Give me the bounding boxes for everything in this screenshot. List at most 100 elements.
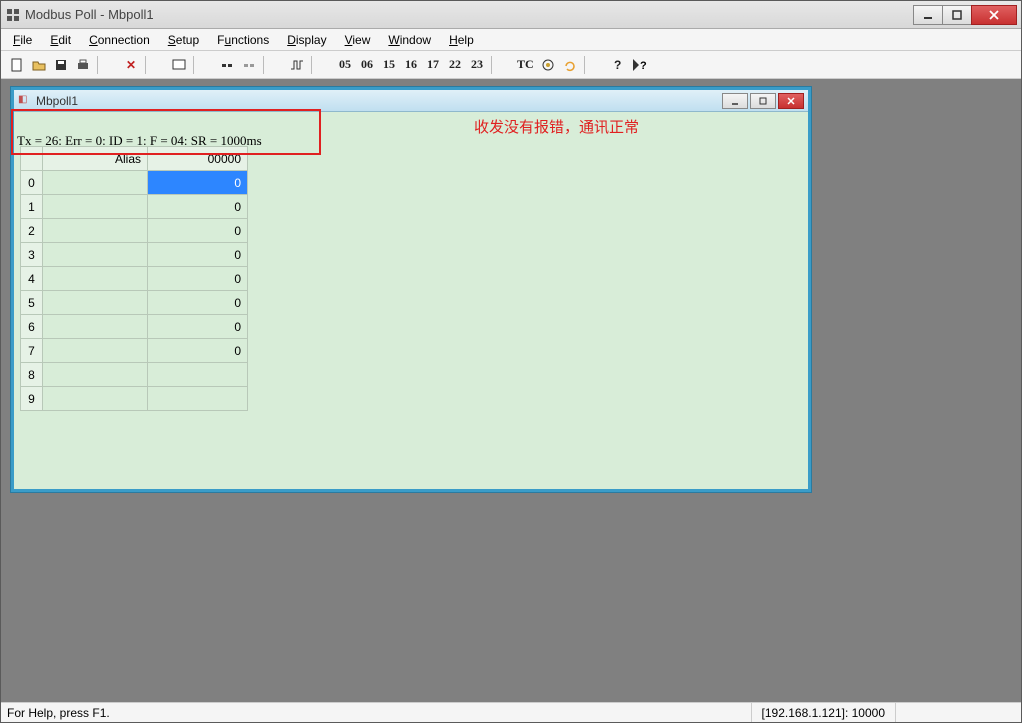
value-cell[interactable]	[148, 387, 248, 411]
save-icon[interactable]	[51, 55, 71, 75]
row-header[interactable]: 0	[21, 171, 43, 195]
fn-17-button[interactable]: 17	[423, 55, 443, 75]
alias-cell[interactable]	[43, 219, 148, 243]
row-header[interactable]: 7	[21, 339, 43, 363]
row-header[interactable]: 6	[21, 315, 43, 339]
child-body: Alias 00000 001020304050607089	[14, 140, 808, 489]
value-cell[interactable]: 0	[148, 315, 248, 339]
alias-cell[interactable]	[43, 267, 148, 291]
menu-window[interactable]: Window	[380, 31, 439, 49]
menu-edit[interactable]: Edit	[42, 31, 79, 49]
status-connection: [192.168.1.121]: 10000	[751, 703, 895, 722]
window-title: Modbus Poll - Mbpoll1	[25, 7, 914, 22]
row-header[interactable]: 1	[21, 195, 43, 219]
table-row[interactable]: 20	[21, 219, 248, 243]
menu-functions[interactable]: Functions	[209, 31, 277, 49]
row-header[interactable]: 3	[21, 243, 43, 267]
child-icon: ◧	[18, 94, 32, 108]
connect-icon[interactable]	[217, 55, 237, 75]
pulse-icon[interactable]	[287, 55, 307, 75]
main-window: Modbus Poll - Mbpoll1 File Edit Connecti…	[0, 0, 1022, 723]
table-row[interactable]: 8	[21, 363, 248, 387]
alias-cell[interactable]	[43, 363, 148, 387]
status-line: Tx = 26: Err = 0: ID = 1: F = 04: SR = 1…	[17, 133, 262, 149]
disconnect-icon[interactable]	[239, 55, 259, 75]
context-help-icon[interactable]: ?	[630, 55, 650, 75]
value-cell[interactable]: 0	[148, 339, 248, 363]
table-row[interactable]: 9	[21, 387, 248, 411]
row-header[interactable]: 9	[21, 387, 43, 411]
table-row[interactable]: 70	[21, 339, 248, 363]
window-buttons	[914, 5, 1017, 25]
value-cell[interactable]: 0	[148, 291, 248, 315]
table-row[interactable]: 00	[21, 171, 248, 195]
separator	[145, 56, 165, 74]
menu-view[interactable]: View	[337, 31, 379, 49]
value-cell[interactable]	[148, 363, 248, 387]
fn-15-button[interactable]: 15	[379, 55, 399, 75]
minimize-button[interactable]	[913, 5, 943, 25]
table-row[interactable]: 40	[21, 267, 248, 291]
view-icon[interactable]	[538, 55, 558, 75]
fn-22-button[interactable]: 22	[445, 55, 465, 75]
table-row[interactable]: 60	[21, 315, 248, 339]
value-cell[interactable]: 0	[148, 243, 248, 267]
table-row[interactable]: 30	[21, 243, 248, 267]
alias-cell[interactable]	[43, 243, 148, 267]
menu-display[interactable]: Display	[279, 31, 334, 49]
alias-cell[interactable]	[43, 339, 148, 363]
row-header[interactable]: 8	[21, 363, 43, 387]
value-cell[interactable]: 0	[148, 219, 248, 243]
monitor-icon[interactable]	[169, 55, 189, 75]
child-title: Mbpoll1	[36, 94, 720, 108]
delete-icon[interactable]: ✕	[121, 55, 141, 75]
maximize-button[interactable]	[942, 5, 972, 25]
fn-06-button[interactable]: 06	[357, 55, 377, 75]
alias-cell[interactable]	[43, 171, 148, 195]
menu-setup[interactable]: Setup	[160, 31, 207, 49]
row-header[interactable]: 5	[21, 291, 43, 315]
menu-file[interactable]: File	[5, 31, 40, 49]
menu-help[interactable]: Help	[441, 31, 482, 49]
table-row[interactable]: 50	[21, 291, 248, 315]
alias-cell[interactable]	[43, 195, 148, 219]
annotation-text: 收发没有报错，通讯正常	[474, 116, 639, 137]
status-highlight-box: Tx = 26: Err = 0: ID = 1: F = 04: SR = 1…	[11, 109, 321, 155]
value-cell[interactable]: 0	[148, 195, 248, 219]
fn-05-button[interactable]: 05	[335, 55, 355, 75]
separator	[263, 56, 283, 74]
child-minimize-button[interactable]	[722, 93, 748, 109]
alias-cell[interactable]	[43, 315, 148, 339]
app-icon	[5, 7, 21, 23]
separator	[584, 56, 604, 74]
alias-cell[interactable]	[43, 387, 148, 411]
value-cell[interactable]: 0	[148, 267, 248, 291]
value-cell[interactable]: 0	[148, 171, 248, 195]
child-maximize-button[interactable]	[750, 93, 776, 109]
new-icon[interactable]	[7, 55, 27, 75]
row-header[interactable]: 4	[21, 267, 43, 291]
refresh-icon[interactable]	[560, 55, 580, 75]
toolbar: ✕ 05 06 15 16 17 22 23 TC ? ?	[1, 51, 1021, 79]
menu-connection[interactable]: Connection	[81, 31, 158, 49]
fn-23-button[interactable]: 23	[467, 55, 487, 75]
child-status-area: Tx = 26: Err = 0: ID = 1: F = 04: SR = 1…	[14, 112, 808, 140]
tc-button[interactable]: TC	[515, 55, 536, 75]
child-close-button[interactable]	[778, 93, 804, 109]
separator	[311, 56, 331, 74]
fn-16-button[interactable]: 16	[401, 55, 421, 75]
alias-cell[interactable]	[43, 291, 148, 315]
table-row[interactable]: 10	[21, 195, 248, 219]
print-icon[interactable]	[73, 55, 93, 75]
open-icon[interactable]	[29, 55, 49, 75]
titlebar[interactable]: Modbus Poll - Mbpoll1	[1, 1, 1021, 29]
row-header[interactable]: 2	[21, 219, 43, 243]
help-icon[interactable]: ?	[608, 55, 628, 75]
separator	[97, 56, 117, 74]
data-grid[interactable]: Alias 00000 001020304050607089	[20, 146, 248, 411]
separator	[193, 56, 213, 74]
status-empty-pane	[895, 703, 1015, 722]
close-button[interactable]	[971, 5, 1017, 25]
separator	[491, 56, 511, 74]
status-help: For Help, press F1.	[7, 706, 110, 720]
